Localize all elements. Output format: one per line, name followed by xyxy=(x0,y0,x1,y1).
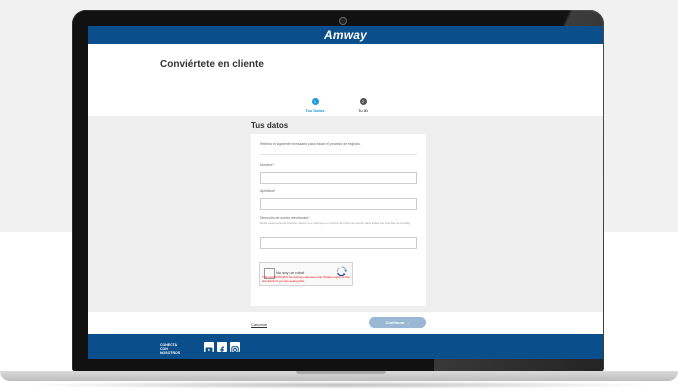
email-help-text: Debe cada persona inscrita, tienes tu e-… xyxy=(260,221,411,225)
page-header: Conviértete en cliente 1 Tus Datos 2 Tu … xyxy=(88,44,603,116)
email-field[interactable] xyxy=(260,237,417,249)
recaptcha-error: This reCAPTCHA is for testing purposes o… xyxy=(262,275,350,283)
laptop-shadow xyxy=(20,381,658,389)
camera-icon xyxy=(339,17,347,25)
form-actions: Cancelar Continuar → xyxy=(88,312,603,334)
form-card: Rellena el siguiente formulario para ini… xyxy=(251,134,426,306)
step-label: Tu ID xyxy=(358,108,368,113)
laptop-hinge xyxy=(296,371,386,374)
laptop-screen: Amway Conviértete en cliente 1 Tus Datos… xyxy=(88,26,603,359)
step-tu-id: 2 Tu ID xyxy=(343,98,383,113)
top-navbar: Amway xyxy=(88,26,603,44)
amway-logo[interactable]: Amway xyxy=(88,28,603,42)
continue-button[interactable]: Continuar → xyxy=(369,317,426,328)
instagram-icon[interactable] xyxy=(230,342,240,354)
step-tus-datos: 1 Tus Datos xyxy=(295,98,335,113)
nombre-label: Nombre* xyxy=(260,163,274,167)
page-title: Conviértete en cliente xyxy=(160,59,264,70)
form-intro: Rellena el siguiente formulario para ini… xyxy=(260,142,361,146)
step-label: Tus Datos xyxy=(305,108,325,113)
nombre-field[interactable] xyxy=(260,172,417,184)
step-indicator: 1 xyxy=(311,98,319,105)
apellidos-field[interactable] xyxy=(260,198,417,210)
section-title: Tus datos xyxy=(251,121,289,130)
step-indicator: 2 xyxy=(359,98,367,105)
email-label: Dirección de correo electrónico* xyxy=(260,216,310,220)
facebook-icon[interactable] xyxy=(217,342,227,354)
footer: CONECTA CON NOSOTROS xyxy=(88,334,603,359)
connect-label: CONECTA CON NOSOTROS xyxy=(160,343,181,355)
apellidos-label: Apellidos* xyxy=(260,189,276,193)
recaptcha-widget: No soy un robot This reCAPTCHA is for te… xyxy=(259,262,353,286)
divider xyxy=(260,154,417,155)
cancel-link[interactable]: Cancelar xyxy=(251,322,267,327)
youtube-icon[interactable] xyxy=(204,342,214,353)
